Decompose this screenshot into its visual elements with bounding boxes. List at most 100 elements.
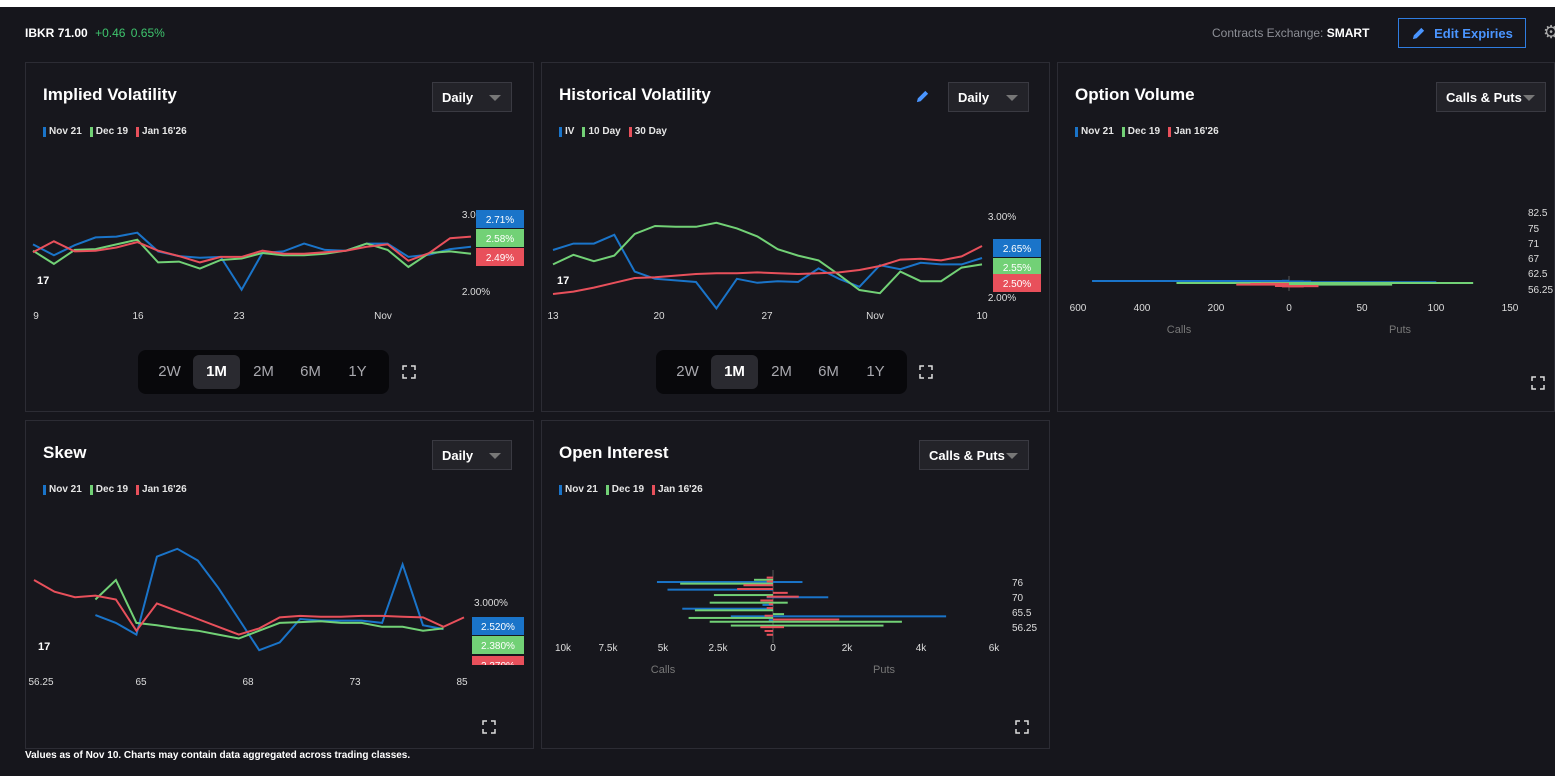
skew-panel: Skew Daily Nov 21 Dec 19 Jan 16'26 56.25… (25, 420, 534, 749)
option-analytics-app: IBKR 71.00 +0.46 0.65% Contracts Exchang… (0, 7, 1555, 776)
puts-tick-label: 4k (916, 643, 928, 654)
contracts-exchange: Contracts Exchange: SMART (1212, 26, 1369, 40)
range-1m-button[interactable]: 1M (711, 355, 758, 389)
calls-bar (1281, 285, 1289, 288)
range-2w-button[interactable]: 2W (146, 355, 193, 389)
strike-label: 76 (1012, 578, 1024, 589)
calls-bar (694, 609, 773, 612)
strike-label: 70 (1012, 593, 1024, 604)
open-interest-panel: Open Interest Calls & Puts Nov 21 Dec 19… (541, 420, 1050, 749)
calls-bar (1092, 280, 1289, 282)
calls-axis-label: Calls (1167, 324, 1192, 336)
y-tick-label: 3.000% (474, 598, 508, 609)
puts-axis-label: Puts (873, 664, 896, 676)
calls-bar (766, 595, 773, 598)
last-value-label: 2.49% (486, 253, 514, 264)
option-volume-chart: 82.5 75 71 67 62.5 56.25 600 400 200 0 50 100 150 Cal… (1070, 208, 1554, 336)
calls-bar (764, 629, 773, 632)
strike-label: 75 (1528, 224, 1540, 235)
range-6m-button[interactable]: 6M (805, 355, 852, 389)
range-1m-button[interactable]: 1M (193, 355, 240, 389)
x-tick-label: 16 (132, 311, 144, 322)
last-value-label: 2.55% (1003, 263, 1031, 274)
puts-bar (773, 613, 785, 616)
calls-tick-label: 600 (1070, 303, 1087, 314)
gear-icon[interactable]: ⚙ (1543, 22, 1555, 43)
range-2m-button[interactable]: 2M (240, 355, 287, 389)
range-1y-button[interactable]: 1Y (334, 355, 381, 389)
puts-bar (773, 581, 803, 584)
range-2w-button[interactable]: 2W (664, 355, 711, 389)
y-tick-label: 2.00% (988, 293, 1016, 304)
series-line (95, 547, 444, 652)
last-value-label: 2.520% (481, 622, 515, 633)
expand-icon[interactable] (1015, 720, 1029, 734)
calls-tick-label: 400 (1134, 303, 1151, 314)
option-volume-panel: Option Volume Calls & Puts Nov 21 Dec 19… (1057, 62, 1555, 412)
strike-label: 82.5 (1528, 208, 1548, 219)
strike-label: 71 (1528, 239, 1540, 250)
calls-tick-label: 200 (1208, 303, 1225, 314)
tradingview-logo: 17 (37, 275, 49, 287)
range-6m-button[interactable]: 6M (287, 355, 334, 389)
contracts-exchange-value: SMART (1326, 26, 1370, 40)
puts-bar (773, 624, 884, 627)
strike-label: 67 (1528, 254, 1540, 265)
strike-label: 56.25 (1012, 623, 1037, 634)
ticker-price: 71.00 (57, 26, 88, 40)
puts-tick-label: 50 (1356, 303, 1368, 314)
expand-icon[interactable] (1531, 376, 1545, 390)
calls-tick-label: 2.5k (709, 643, 729, 654)
calls-bar (688, 616, 773, 619)
calls-bar (766, 607, 773, 610)
x-tick-label: 10 (976, 311, 988, 322)
calls-bar (760, 626, 773, 629)
x-tick-label: 65 (135, 677, 147, 688)
calls-bar (766, 576, 773, 579)
strike-label: 56.25 (1528, 285, 1553, 296)
puts-bar (773, 620, 902, 623)
puts-tick-label: 2k (842, 643, 854, 654)
puts-axis-label: Puts (1389, 324, 1412, 336)
ticker-change-pct: 0.65% (130, 26, 165, 40)
x-tick-label: 73 (349, 677, 361, 688)
calls-bar (768, 603, 773, 606)
puts-bar (773, 591, 788, 594)
last-value-label: 2.370% (481, 661, 515, 672)
x-tick-label: 20 (653, 311, 665, 322)
series-line (32, 235, 472, 264)
calls-tick-label: 0 (1286, 303, 1292, 314)
range-2m-button[interactable]: 2M (758, 355, 805, 389)
puts-tick-label: 150 (1502, 303, 1519, 314)
calls-tick-label: 7.5k (599, 643, 619, 654)
series-line (32, 231, 472, 292)
calls-tick-label: 5k (658, 643, 670, 654)
x-tick-label: 27 (761, 311, 773, 322)
calls-tick-label: 10k (555, 643, 572, 654)
data-disclaimer: Values as of Nov 10. Charts may contain … (25, 750, 411, 761)
calls-axis-label: Calls (651, 664, 676, 676)
puts-bar (773, 595, 799, 598)
x-tick-label: 9 (33, 311, 39, 322)
puts-bar (1289, 285, 1304, 288)
puts-bar (773, 615, 947, 618)
calls-bar (766, 633, 773, 636)
last-value-badges: 2.71% 2.58% 2.49% (476, 210, 524, 266)
edit-expiries-button[interactable]: Edit Expiries (1398, 18, 1526, 48)
expand-icon[interactable] (919, 365, 933, 379)
puts-bar (773, 618, 840, 621)
strike-label: 62.5 (1528, 269, 1548, 280)
calls-bar (766, 580, 773, 583)
puts-tick-label: 6k (989, 643, 1001, 654)
expand-icon[interactable] (402, 365, 416, 379)
y-tick-label: 2.00% (462, 287, 490, 298)
y-tick-label: 3.00% (988, 212, 1016, 223)
top-bar: IBKR 71.00 +0.46 0.65% Contracts Exchang… (0, 7, 1555, 59)
x-tick-label: 85 (456, 677, 468, 688)
strike-label: 65.5 (1012, 608, 1032, 619)
ticker-change: +0.46 (95, 26, 126, 40)
range-1y-button[interactable]: 1Y (852, 355, 899, 389)
x-tick-label: 13 (547, 311, 559, 322)
pencil-icon (1413, 27, 1425, 39)
expand-icon[interactable] (482, 720, 496, 734)
